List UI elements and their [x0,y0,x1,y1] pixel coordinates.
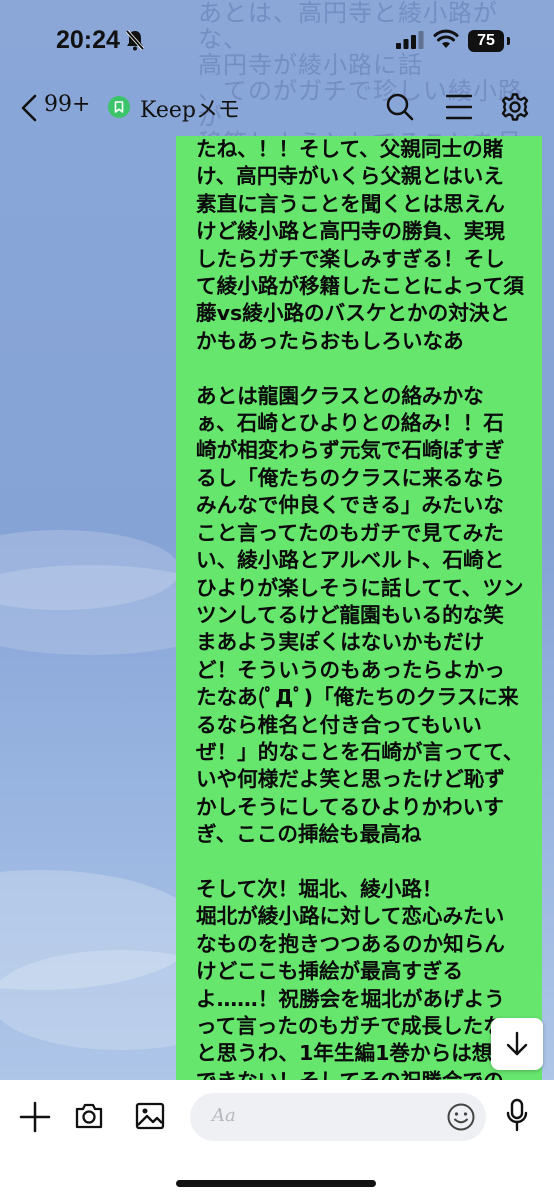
bell-slash-icon [125,29,145,51]
arrow-down-icon [506,1031,528,1056]
chat-header: 99+ Keepメモ [0,80,554,136]
back-chevron-icon[interactable] [20,94,38,122]
home-indicator [176,1180,376,1187]
scroll-to-bottom-button[interactable] [491,1018,543,1070]
message-input-placeholder: Aa [212,1105,236,1126]
status-bar: 20:24 75 [0,0,554,80]
message-input[interactable]: Aa [190,1093,486,1141]
image-icon[interactable] [134,1100,166,1132]
status-time: 20:24 [56,26,120,54]
chat-title: Keepメモ [140,98,240,123]
signal-icon [396,31,424,49]
message-paragraph: たね、！！そして、父親同士の賭け、高円寺がいくら父親とはいえ素直に言うことを聞く… [196,137,524,353]
input-bar: Aa [0,1080,554,1200]
unread-count[interactable]: 99+ [44,92,90,117]
mic-icon[interactable] [505,1098,529,1134]
battery-tip [507,37,510,45]
plus-icon[interactable] [18,1100,52,1134]
emoji-icon[interactable] [446,1102,476,1132]
settings-gear-icon[interactable] [500,92,530,122]
message-paragraph: あとは龍園クラスとの絡みかなぁ、石崎とひよりとの絡み！！石崎が相変わらず元気で石… [196,383,524,847]
wifi-icon [433,29,459,48]
search-icon[interactable] [385,92,415,122]
message-spacer [176,849,542,876]
message-bubble: たね、！！そして、父親同士の賭け、高円寺がいくら父親とはいえ素直に言うことを聞く… [176,136,542,1080]
camera-icon[interactable] [73,1100,105,1132]
message-paragraph: そして次！堀北、綾小路！ 堀北が綾小路に対して恋心みたいなものを抱きつつあるのか… [196,876,513,1080]
menu-icon[interactable] [446,93,472,121]
battery-icon: 75 [468,30,504,52]
message-spacer [176,355,542,382]
keep-bookmark-icon [108,96,130,118]
